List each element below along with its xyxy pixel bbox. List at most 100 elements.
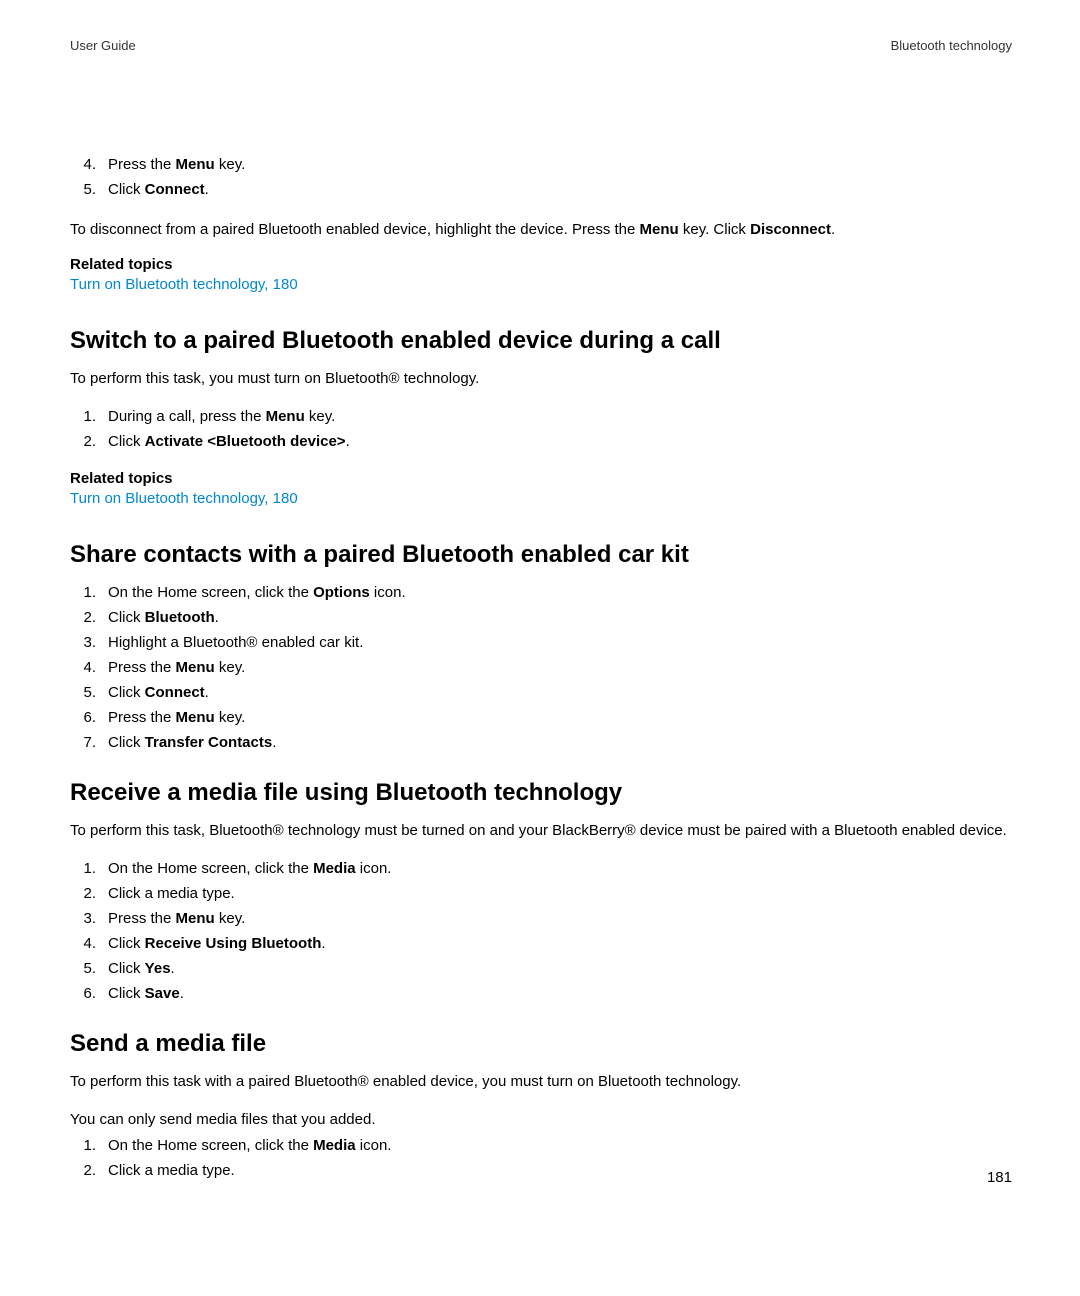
list-text-pre: Click (108, 960, 145, 977)
list-text-pre: Press the (108, 709, 176, 726)
list-text-bold: Connect (145, 684, 205, 701)
list-item: 7. Click Transfer Contacts. (70, 731, 1012, 755)
list-number: 3. (76, 631, 96, 655)
section-intro: You can only send media files that you a… (70, 1108, 1012, 1132)
section-heading-send: Send a media file (70, 1030, 1012, 1058)
list-text-bold: Menu (176, 156, 215, 173)
list-text-post: . (205, 684, 209, 701)
list-item: 5. Click Connect. (70, 681, 1012, 705)
list-item: 1. On the Home screen, click the Media i… (70, 857, 1012, 881)
para-post: . (831, 221, 835, 238)
list-item: 6. Click Save. (70, 982, 1012, 1006)
list-text-pre: On the Home screen, click the (108, 860, 313, 877)
list-number: 6. (76, 982, 96, 1006)
list-number: 1. (76, 581, 96, 605)
para-pre: To disconnect from a paired Bluetooth en… (70, 221, 640, 238)
list-item: 5. Click Yes. (70, 957, 1012, 981)
list-item: 3. Press the Menu key. (70, 907, 1012, 931)
list-text-bold: Menu (266, 408, 305, 425)
list-text-pre: Press the (108, 156, 176, 173)
list-number: 1. (76, 857, 96, 881)
list-number: 7. (76, 731, 96, 755)
related-topics-heading: Related topics (70, 470, 1012, 487)
header-right: Bluetooth technology (891, 38, 1012, 53)
section-intro: To perform this task, you must turn on B… (70, 367, 1012, 391)
list-text-pre: Click (108, 684, 145, 701)
para-mid: key. Click (679, 221, 750, 238)
list-number: 4. (76, 932, 96, 956)
list-item: 3. Highlight a Bluetooth® enabled car ki… (70, 631, 1012, 655)
section1-list: 1. During a call, press the Menu key. 2.… (70, 405, 1012, 454)
list-text-pre: Click (108, 181, 145, 198)
para-bold: Menu (640, 221, 679, 238)
list-item: 4. Press the Menu key. (70, 656, 1012, 680)
list-text-post: key. (215, 709, 246, 726)
list-text-pre: Click (108, 609, 145, 626)
list-text-post: . (205, 181, 209, 198)
list-item: 2. Click a media type. (70, 1159, 1012, 1183)
list-number: 1. (76, 405, 96, 429)
list-text-bold: Media (313, 1137, 356, 1154)
list-text-post: icon. (356, 1137, 392, 1154)
list-item: 1. During a call, press the Menu key. (70, 405, 1012, 429)
section-heading-share: Share contacts with a paired Bluetooth e… (70, 541, 1012, 569)
list-text-pre: Click (108, 433, 145, 450)
list-number: 1. (76, 1134, 96, 1158)
list-number: 4. (76, 656, 96, 680)
related-topic-link[interactable]: Turn on Bluetooth technology, 180 (70, 487, 1012, 511)
list-item: 2. Click Bluetooth. (70, 606, 1012, 630)
section-heading-receive: Receive a media file using Bluetooth tec… (70, 779, 1012, 807)
list-text-post: icon. (370, 584, 406, 601)
list-text-post: . (321, 935, 325, 952)
list-text-pre: On the Home screen, click the (108, 584, 313, 601)
list-text-bold: Receive Using Bluetooth (145, 935, 322, 952)
list-item: 2. Click a media type. (70, 882, 1012, 906)
list-number: 5. (76, 681, 96, 705)
header-left: User Guide (70, 38, 136, 53)
related-topic-link[interactable]: Turn on Bluetooth technology, 180 (70, 273, 1012, 297)
list-text: Highlight a Bluetooth® enabled car kit. (108, 634, 363, 651)
list-number: 2. (76, 1159, 96, 1183)
list-text-post: . (272, 734, 276, 751)
list-number: 2. (76, 606, 96, 630)
list-item: 1. On the Home screen, click the Media i… (70, 1134, 1012, 1158)
list-item: 4. Press the Menu key. (70, 153, 1012, 177)
list-number: 2. (76, 430, 96, 454)
list-text-post: key. (215, 910, 246, 927)
list-text-post: . (180, 985, 184, 1002)
list-text-bold: Menu (176, 910, 215, 927)
list-number: 2. (76, 882, 96, 906)
list-text-pre: On the Home screen, click the (108, 1137, 313, 1154)
list-item: 1. On the Home screen, click the Options… (70, 581, 1012, 605)
list-text-bold: Menu (176, 709, 215, 726)
section4-list: 1. On the Home screen, click the Media i… (70, 1134, 1012, 1183)
disconnect-paragraph: To disconnect from a paired Bluetooth en… (70, 218, 1012, 242)
intro-list: 4. Press the Menu key. 5. Click Connect. (70, 153, 1012, 202)
list-text-bold: Connect (145, 181, 205, 198)
list-number: 4. (76, 153, 96, 177)
list-text-bold: Menu (176, 659, 215, 676)
list-item: 2. Click Activate <Bluetooth device>. (70, 430, 1012, 454)
list-text-post: key. (305, 408, 336, 425)
section3-list: 1. On the Home screen, click the Media i… (70, 857, 1012, 1006)
list-text-bold: Options (313, 584, 370, 601)
list-text-pre: Press the (108, 910, 176, 927)
list-text-bold: Save (145, 985, 180, 1002)
section2-list: 1. On the Home screen, click the Options… (70, 581, 1012, 755)
para-bold: Disconnect (750, 221, 831, 238)
section-intro: To perform this task with a paired Bluet… (70, 1070, 1012, 1094)
list-text-pre: During a call, press the (108, 408, 266, 425)
list-item: 5. Click Connect. (70, 178, 1012, 202)
list-text-pre: Click (108, 734, 145, 751)
list-item: 6. Press the Menu key. (70, 706, 1012, 730)
list-text-post: . (215, 609, 219, 626)
list-text-post: . (171, 960, 175, 977)
list-number: 5. (76, 178, 96, 202)
list-item: 4. Click Receive Using Bluetooth. (70, 932, 1012, 956)
list-text-post: key. (215, 156, 246, 173)
list-text-post: icon. (356, 860, 392, 877)
page-number: 181 (987, 1169, 1012, 1186)
list-text-bold: Transfer Contacts (145, 734, 273, 751)
list-text-post: key. (215, 659, 246, 676)
list-text-post: . (346, 433, 350, 450)
